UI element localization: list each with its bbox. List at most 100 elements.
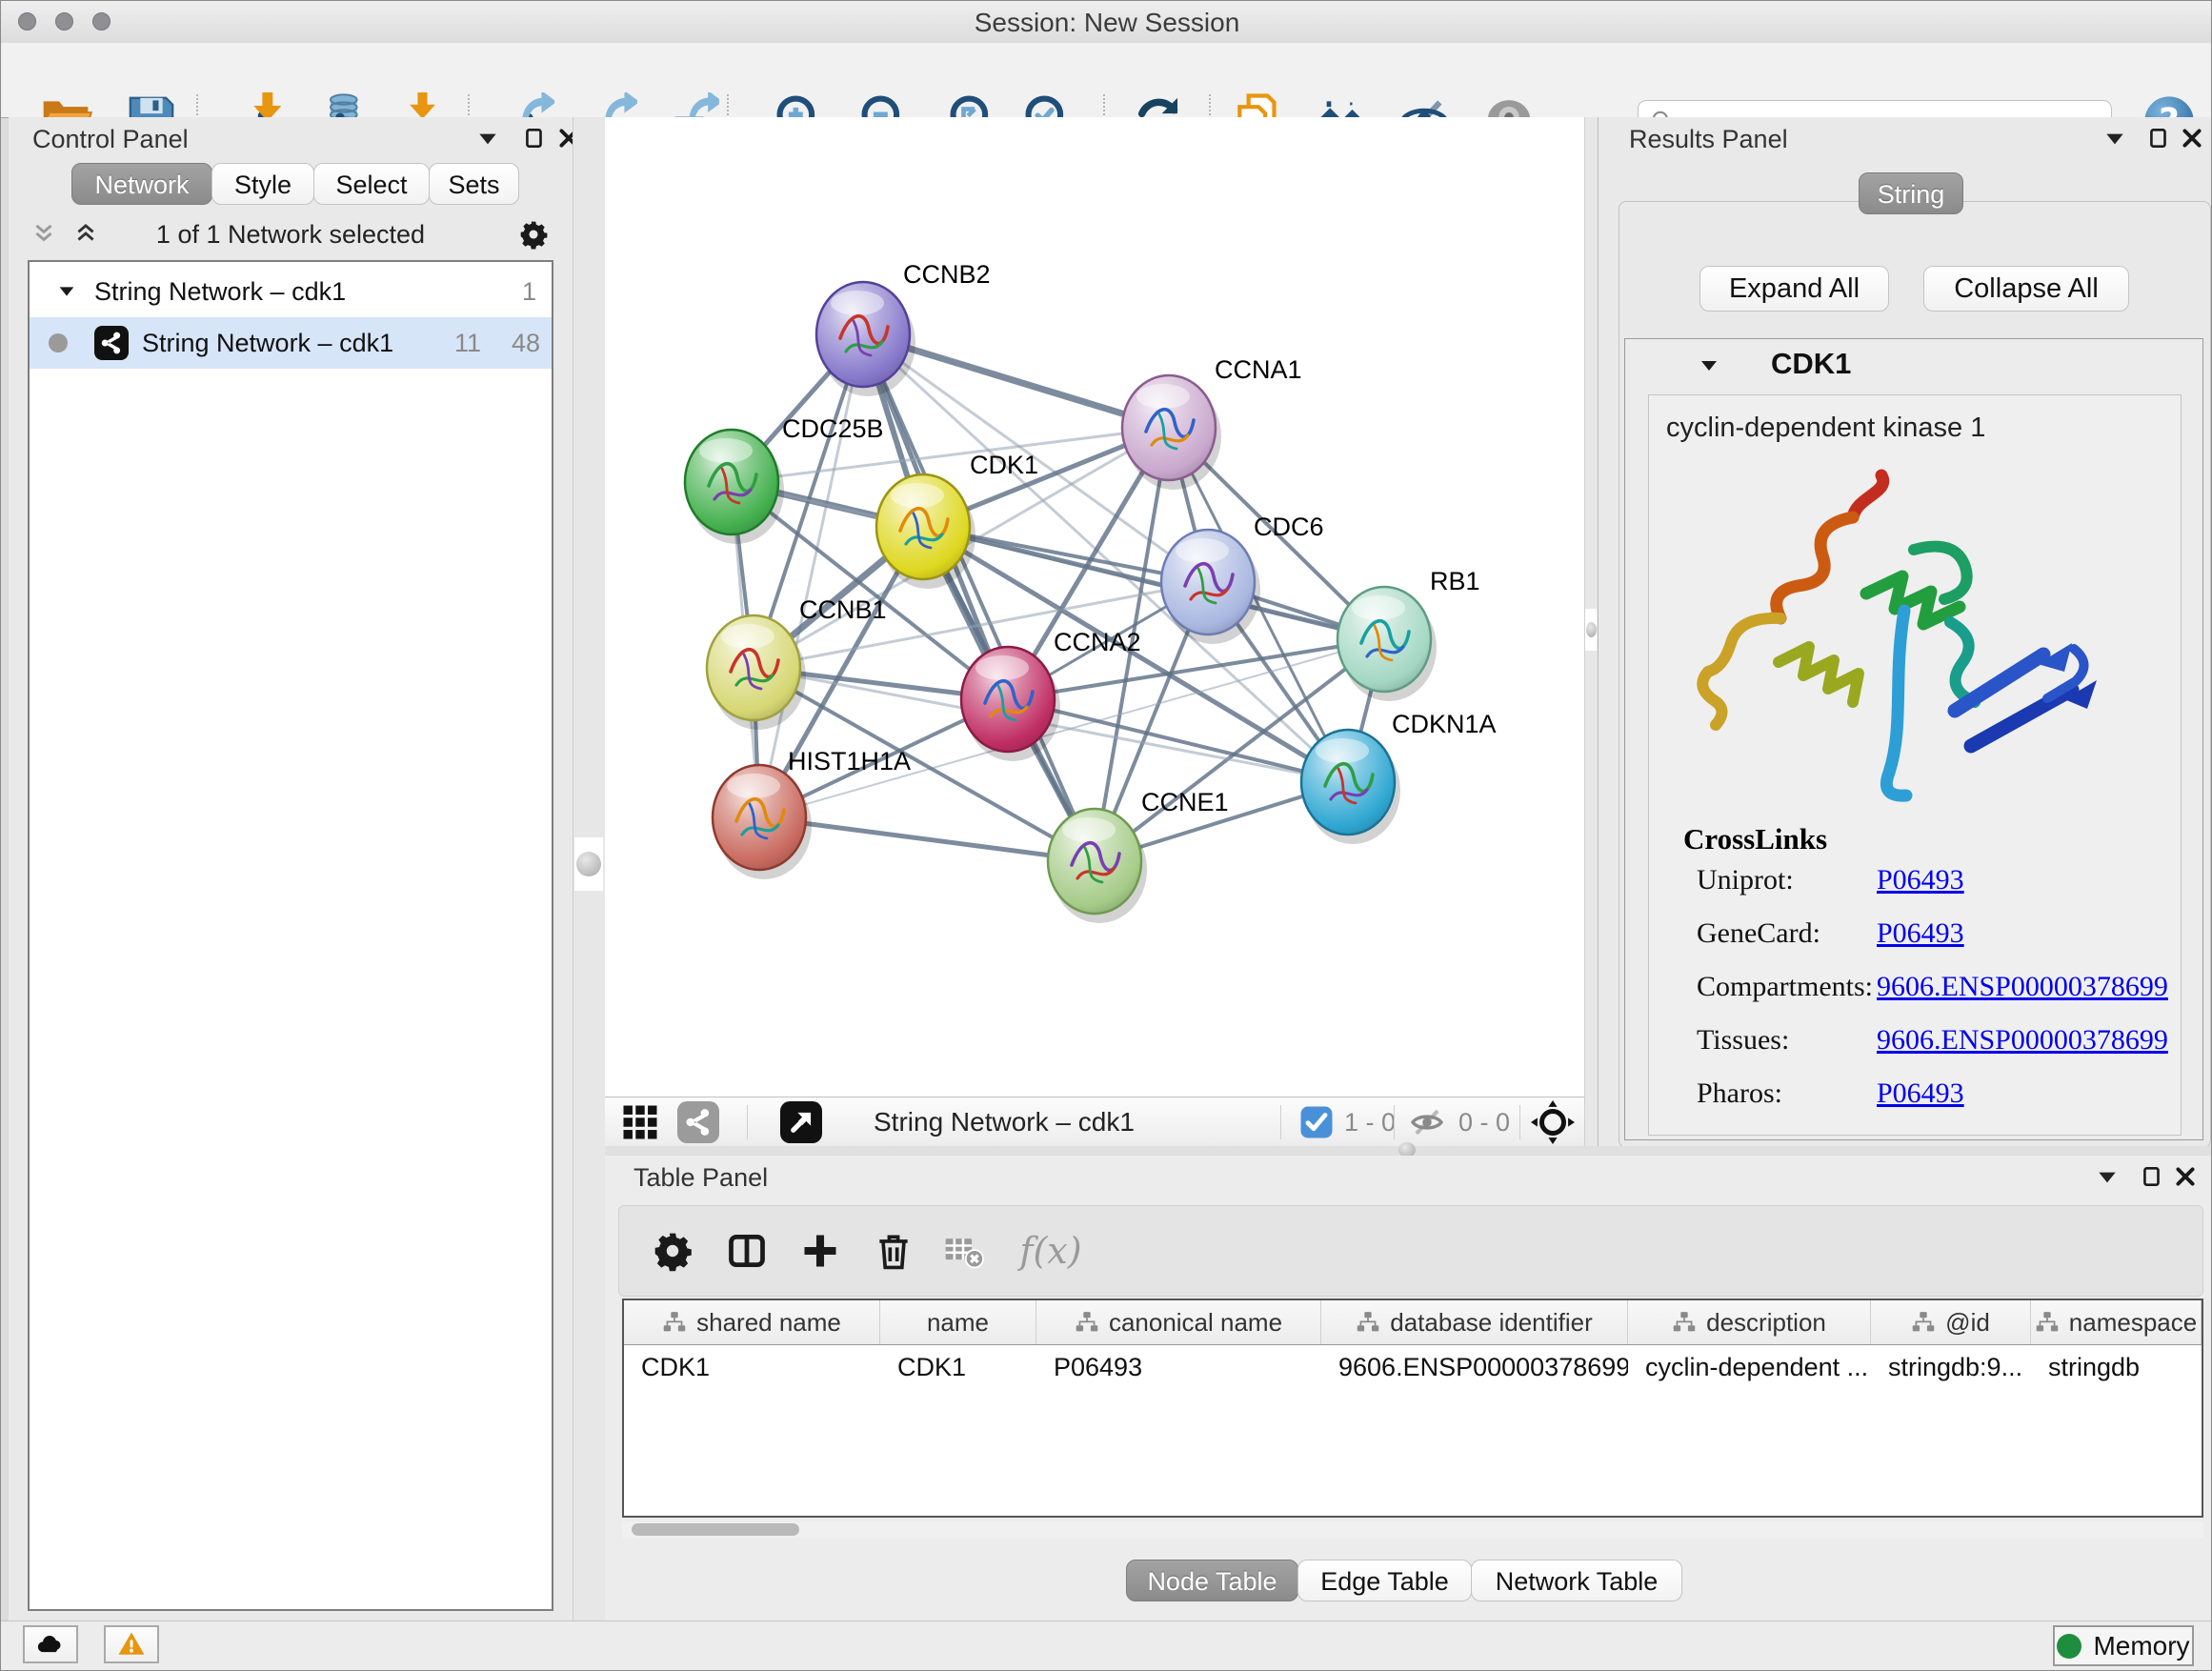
close-panel-button[interactable] (2173, 1164, 2198, 1189)
node-CCNB2[interactable] (816, 282, 915, 396)
crosslinks-heading: CrossLinks (1683, 822, 1827, 856)
tab-edge-table[interactable]: Edge Table (1297, 1560, 1472, 1601)
node-CDK1[interactable] (876, 474, 975, 589)
table-cell-namespace[interactable]: stringdb (2031, 1345, 2202, 1391)
delete-column-button[interactable] (871, 1228, 916, 1274)
node-label-CCNE1: CCNE1 (1141, 788, 1229, 816)
table-cell-name[interactable]: CDK1 (880, 1345, 1036, 1391)
hidden-toggle[interactable] (1409, 1101, 1445, 1143)
table-cell-canonical-name[interactable]: P06493 (1036, 1345, 1321, 1391)
node-RB1[interactable] (1337, 587, 1437, 701)
collection-expander-icon[interactable] (56, 281, 77, 302)
add-column-button[interactable] (797, 1228, 843, 1274)
hierarchy-column-icon (1075, 1310, 1099, 1335)
hierarchy-column-icon (662, 1310, 687, 1335)
float-panel-button[interactable] (475, 127, 500, 151)
table-row[interactable]: CDK1CDK1P064939606.ENSP00000378699cyclin… (624, 1345, 2202, 1391)
section-expander-icon[interactable] (1698, 354, 1720, 377)
node-CCNA1[interactable] (1122, 375, 1221, 490)
table-cell-description[interactable]: cyclin-dependent ... (1628, 1345, 1871, 1391)
selected-nodes-toggle[interactable] (1299, 1101, 1334, 1143)
main-toolbar (1, 43, 2212, 118)
table-cell-shared-name[interactable]: CDK1 (624, 1345, 880, 1391)
restore-panel-button[interactable] (2140, 1164, 2164, 1189)
control-panel-title: Control Panel (32, 125, 189, 154)
node-HIST1H1A[interactable] (713, 765, 812, 879)
expand-all-button[interactable]: Expand All (1699, 266, 1889, 312)
tab-select[interactable]: Select (313, 163, 430, 205)
table-cell-database-identifier[interactable]: 9606.ENSP00000378699 (1321, 1345, 1628, 1391)
results-panel-title: Results Panel (1629, 125, 1788, 154)
node-CCNE1[interactable] (1048, 809, 1147, 923)
crosslink-genecard-link[interactable]: P06493 (1877, 917, 1964, 950)
crosslink-row-compartments: Compartments:9606.ENSP00000378699 (1674, 971, 2169, 1024)
crosslink-label: Tissues: (1697, 1024, 1789, 1057)
collection-label: String Network – cdk1 (94, 277, 346, 307)
float-panel-button[interactable] (2102, 127, 2127, 151)
tab-network[interactable]: Network (71, 163, 212, 205)
bottom-splitter[interactable] (605, 1146, 2212, 1156)
table-settings-gear-icon[interactable] (650, 1228, 695, 1274)
birds-eye-view-button[interactable] (1531, 1101, 1575, 1143)
crosslink-pharos-link[interactable]: P06493 (1877, 1077, 1964, 1110)
splitter-handle[interactable] (1585, 609, 1597, 651)
column-header-name[interactable]: name (880, 1300, 1036, 1344)
crosslink-compartments-link[interactable]: 9606.ENSP00000378699 (1877, 971, 2168, 1003)
column-header-id[interactable]: @id (1871, 1300, 2031, 1344)
scrollbar-thumb[interactable] (632, 1523, 799, 1536)
footer-separator (1519, 1105, 1520, 1139)
network-collection-row[interactable]: String Network – cdk1 1 (30, 266, 552, 317)
column-header-shared-name[interactable]: shared name (624, 1300, 880, 1344)
table-header-row: shared namenamecanonical name database id… (624, 1300, 2202, 1345)
hierarchy-column-icon (1911, 1310, 1936, 1335)
network-row-selected[interactable]: String Network – cdk1 11 48 (30, 317, 552, 369)
column-header-canonical-name[interactable]: canonical name (1036, 1300, 1321, 1344)
window-title: Session: New Session (1, 8, 2212, 38)
crosslink-uniprot-link[interactable]: P06493 (1877, 864, 1964, 896)
table-cell-id[interactable]: stringdb:9... (1871, 1345, 2031, 1391)
cloud-icon (36, 1630, 65, 1659)
warnings-button[interactable] (104, 1625, 159, 1663)
node-CCNA2[interactable] (961, 647, 1060, 761)
restore-panel-button[interactable] (522, 126, 547, 151)
column-header-namespace[interactable]: namespace (2031, 1300, 2202, 1344)
warning-triangle-icon (117, 1630, 146, 1659)
table-type-tabs: Node TableEdge TableNetwork Table (1127, 1560, 1682, 1601)
gene-description: cyclin-dependent kinase 1 (1666, 413, 1985, 444)
float-panel-button[interactable] (2095, 1165, 2120, 1190)
splitter-handle[interactable] (574, 837, 603, 891)
cloud-status-button[interactable] (23, 1625, 78, 1663)
restore-panel-button[interactable] (2146, 126, 2171, 151)
detach-view-button[interactable] (780, 1101, 822, 1143)
share-gray-icon (677, 1101, 719, 1143)
network-selection-status: 1 of 1 Network selected (9, 220, 573, 250)
node-CDC25B[interactable] (685, 430, 784, 544)
network-options-gear-icon[interactable] (518, 219, 549, 250)
table-panel-title: Table Panel (633, 1163, 768, 1193)
node-CDKN1A[interactable] (1301, 730, 1400, 844)
network-canvas[interactable]: CCNB2CCNA1CDC25BCDK1CDC6RB1CCNB1CCNA2CDK… (605, 117, 1584, 1097)
table-panel: Table Panel f(x) shared namenamecanonica… (605, 1156, 2212, 1621)
tab-node-table[interactable]: Node Table (1126, 1560, 1298, 1601)
grid-view-button[interactable] (620, 1101, 660, 1143)
column-header-label: database identifier (1390, 1308, 1592, 1338)
node-label-CCNB2: CCNB2 (903, 260, 991, 289)
column-header-description[interactable]: description (1628, 1300, 1871, 1344)
collapse-all-button[interactable]: Collapse All (1923, 266, 2129, 312)
network-tree-toolbar: 1 of 1 Network selected (9, 212, 573, 256)
crosslink-row-tissues: Tissues: 9606.ENSP00000378699 (1674, 1024, 2169, 1077)
tab-style[interactable]: Style (211, 163, 314, 205)
tab-sets[interactable]: Sets (429, 163, 519, 205)
column-header-database-identifier[interactable]: database identifier (1321, 1300, 1628, 1344)
crosslink-tissues-link[interactable]: 9606.ENSP00000378699 (1877, 1024, 2168, 1057)
network-overview-button[interactable] (677, 1101, 719, 1143)
node-CDC6[interactable] (1161, 530, 1260, 644)
left-splitter[interactable] (573, 117, 607, 1621)
memory-button[interactable]: Memory (2053, 1625, 2194, 1666)
tab-string[interactable]: String (1859, 172, 1963, 214)
close-panel-button[interactable] (2180, 126, 2204, 151)
tab-network-table[interactable]: Network Table (1471, 1560, 1682, 1601)
show-columns-button[interactable] (724, 1228, 770, 1274)
function-builder-button-disabled: f(x) (1008, 1228, 1094, 1274)
edge-CCNB2-HIST1H1A (759, 334, 863, 817)
